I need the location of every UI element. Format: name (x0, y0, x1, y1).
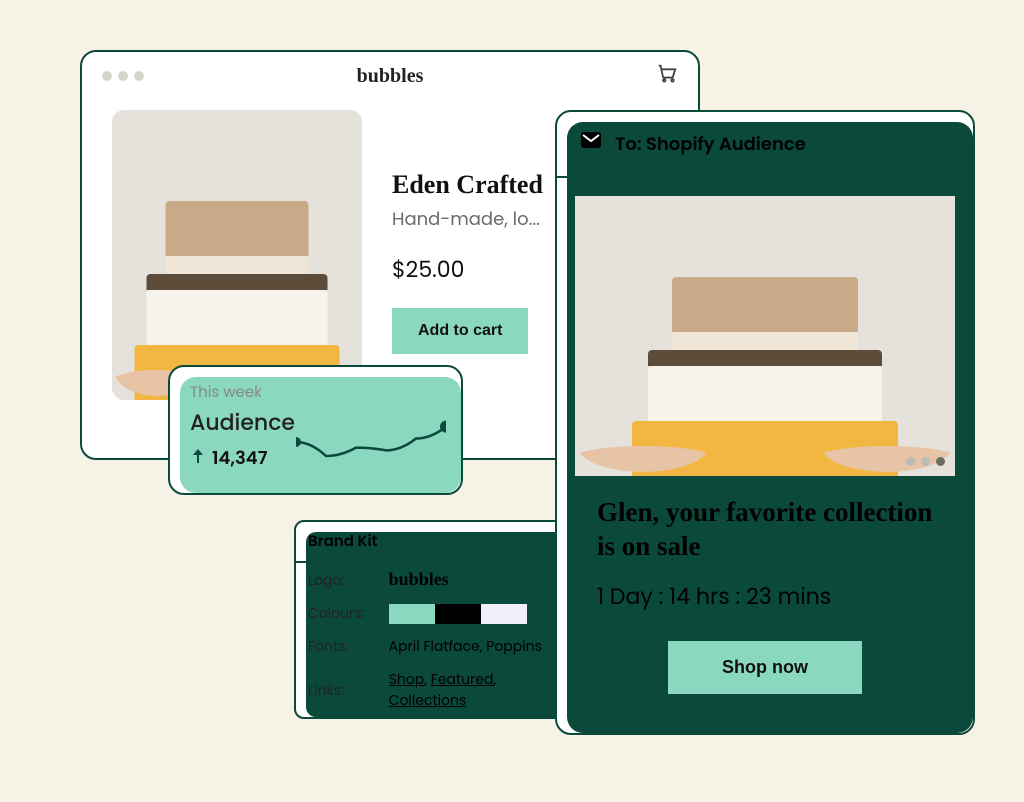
store-brand-name: bubbles (357, 65, 424, 88)
window-dot (118, 71, 128, 81)
brandkit-link[interactable]: Featured (431, 669, 494, 689)
brandkit-row-fonts: Fonts: April Flatface, Poppins (296, 630, 582, 663)
window-dot (102, 71, 112, 81)
brandkit-row-logo: Logo: bubbles (296, 563, 582, 597)
product-image (112, 110, 362, 400)
window-dot (134, 71, 144, 81)
audience-metric-card: This week Audience 14,347 (168, 365, 463, 495)
audience-subheading: This week (190, 381, 441, 404)
brandkit-link[interactable]: Shop (389, 669, 425, 689)
brandkit-row-links: Links: Shop, Featured, Collections (296, 663, 582, 717)
brand-kit-title: Brand Kit (296, 522, 582, 563)
mail-icon (579, 128, 603, 160)
email-headline: Glen, your favorite collection is on sal… (597, 496, 933, 564)
brandkit-link[interactable]: Collections (389, 690, 467, 710)
brandkit-logo-key: Logo: (296, 563, 377, 597)
brandkit-logo-value: bubbles (389, 569, 449, 589)
add-to-cart-button[interactable]: Add to cart (392, 308, 528, 354)
brand-kit-card: Brand Kit Logo: bubbles Colours: Fonts: … (294, 520, 584, 719)
colour-swatch (481, 604, 527, 624)
email-header: To: Shopify Audience (557, 112, 973, 178)
brandkit-colours-key: Colours: (296, 597, 377, 630)
shop-now-button[interactable]: Shop now (668, 641, 862, 694)
audience-value: 14,347 (212, 445, 268, 472)
email-hero-image (575, 196, 955, 476)
carousel-dots[interactable] (906, 457, 945, 466)
trend-up-icon (190, 446, 206, 471)
browser-top-bar: bubbles (82, 52, 698, 100)
carousel-dot[interactable] (906, 457, 915, 466)
brandkit-fonts-key: Fonts: (296, 630, 377, 663)
window-dots (102, 71, 144, 81)
brandkit-row-colours: Colours: (296, 597, 582, 630)
colour-swatch (389, 604, 435, 624)
brandkit-links-key: Links: (296, 663, 377, 717)
email-countdown-timer: 1 Day : 14 hrs : 23 mins (597, 580, 933, 613)
brandkit-links: Shop, Featured, Collections (377, 663, 582, 717)
carousel-dot[interactable] (936, 457, 945, 466)
email-preview-card: To: Shopify Audience Glen, your favorite… (555, 110, 975, 735)
carousel-dot[interactable] (921, 457, 930, 466)
cart-icon[interactable] (656, 62, 678, 91)
email-to-label: To: (615, 132, 642, 157)
brandkit-fonts-value: April Flatface, Poppins (377, 630, 582, 663)
audience-sparkline (296, 407, 446, 477)
colour-swatch (435, 604, 481, 624)
brandkit-swatches (389, 604, 570, 624)
email-to-value: Shopify Audience (646, 132, 806, 157)
